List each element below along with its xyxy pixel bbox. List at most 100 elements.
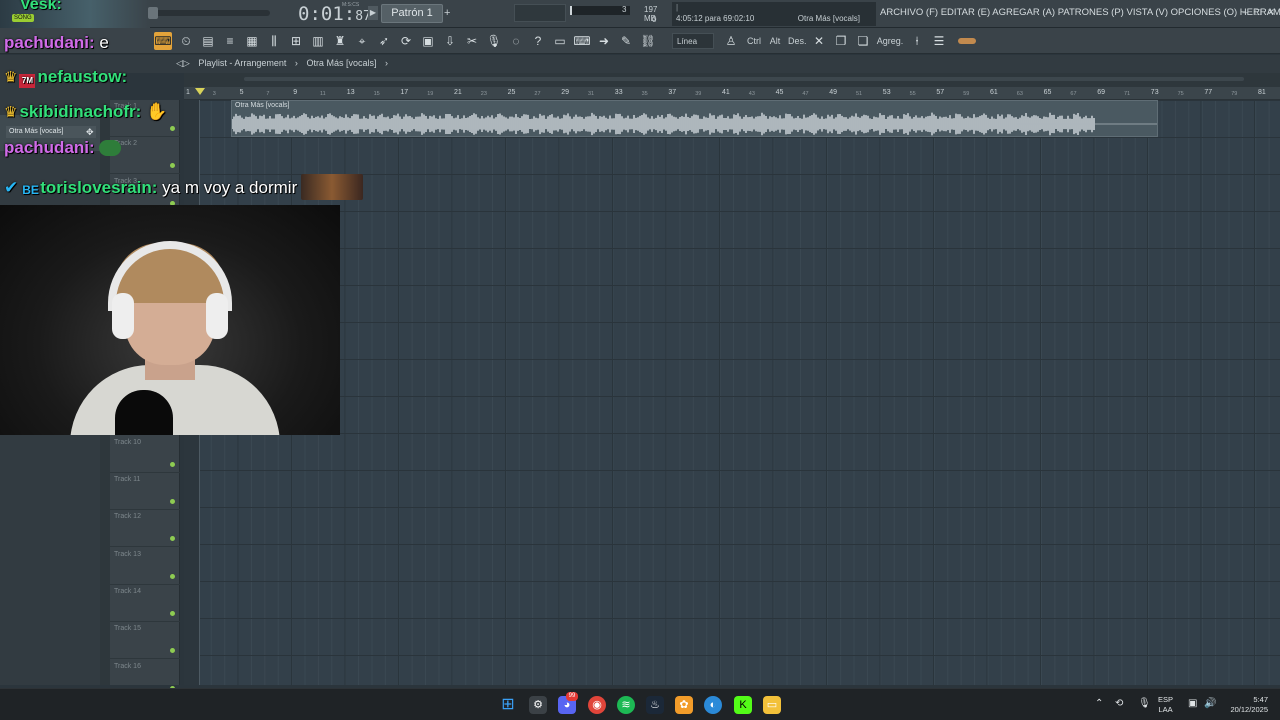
list-icon[interactable]: ☰	[930, 32, 948, 50]
ruler-tick-major: 9	[293, 89, 298, 96]
track-header[interactable]: Track 1	[110, 100, 180, 137]
ruler-tick-minor: 19	[427, 91, 434, 97]
breadcrumb-pattern[interactable]: Otra Más [vocals]	[306, 58, 376, 68]
track-label: Track 16	[114, 662, 141, 670]
track-mute-led-icon[interactable]	[170, 648, 175, 654]
save-icon[interactable]: ▣	[419, 32, 437, 50]
tray-sync-icon[interactable]: ⟲	[1115, 698, 1123, 709]
slider-knob[interactable]	[148, 7, 158, 19]
pattern-list-item[interactable]: Otra Más [vocals]	[6, 126, 96, 138]
piano-roll-icon[interactable]: ▥	[309, 32, 327, 50]
language-indicator[interactable]: ESP LAA	[1158, 695, 1173, 715]
add-pattern-button[interactable]: +	[444, 6, 454, 20]
mic-icon[interactable]: 🎙	[485, 32, 503, 50]
playlist-grid[interactable]	[184, 100, 1280, 685]
track-header[interactable]: Track 2	[110, 137, 180, 175]
ruler-tick-minor: 23	[480, 91, 487, 97]
fader-icon[interactable]: ⍿	[908, 32, 926, 50]
plugin-icon[interactable]: ♜	[331, 32, 349, 50]
track-header[interactable]: Track 12	[110, 510, 180, 548]
master-volume-slider[interactable]	[148, 7, 270, 19]
track-mute-led-icon[interactable]	[170, 163, 175, 169]
layout-icon[interactable]: ▭	[551, 32, 569, 50]
link-icon[interactable]: ⛓	[639, 32, 657, 50]
refresh-icon[interactable]: ⟳	[397, 32, 415, 50]
spotify-icon[interactable]: ≋	[617, 696, 635, 714]
step-edit-icon[interactable]: ▤	[199, 32, 217, 50]
ruler-tick-major: 69	[1097, 89, 1105, 96]
snap-mode-select[interactable]: Línea	[672, 33, 714, 49]
wait-record-icon[interactable]: ⏲	[177, 32, 195, 50]
track-label: Track 12	[114, 513, 141, 521]
tray-chevron-icon[interactable]: ⌃	[1095, 698, 1103, 709]
track-header[interactable]: Track 15	[110, 622, 180, 660]
steam-icon[interactable]: ♨	[646, 696, 664, 714]
main-menu[interactable]: ARCHIVO (F) EDITAR (E) AGREGAR (A) PATRO…	[880, 7, 1280, 18]
track-mute-led-icon[interactable]	[170, 536, 175, 542]
pencil-icon[interactable]: ✎	[617, 32, 635, 50]
track-header[interactable]: Track 13	[110, 548, 180, 585]
ruler-tick-minor: 15	[373, 91, 380, 97]
play-icon[interactable]: ▶	[368, 6, 378, 20]
add-key-button[interactable]: Agreg.	[876, 33, 904, 49]
timeline-ruler[interactable]: 1 5 9 13 17 21 25 29 33 37 41 45 49 53 57 61 65 69 73 77 81 3…	[184, 87, 1280, 100]
help-icon[interactable]: ?	[529, 32, 547, 50]
scroll-thumb[interactable]	[244, 77, 1244, 81]
copy-icon[interactable]: ❐	[832, 32, 850, 50]
fl-studio-icon[interactable]: ✿	[675, 696, 693, 714]
metronome-icon[interactable]: ♙	[722, 32, 740, 50]
tray-volume-icon[interactable]: 🔊	[1204, 698, 1216, 709]
tray-mic-icon[interactable]: 🎙	[1138, 698, 1151, 709]
typing-keyboard-icon[interactable]: ⌨	[154, 32, 172, 50]
browser-icon[interactable]: ⌖	[353, 32, 371, 50]
ruler-tick-minor: 55	[909, 91, 916, 97]
breadcrumb-playlist[interactable]: Playlist - Arrangement	[198, 58, 286, 68]
audio-clip[interactable]: Otra Más [vocals]	[231, 100, 1158, 137]
ruler-tick-major: 77	[1204, 89, 1213, 96]
track-mute-led-icon[interactable]	[170, 499, 175, 504]
chrome-icon[interactable]: ◉	[588, 696, 606, 714]
browser-app-icon[interactable]: ◐	[704, 696, 722, 714]
windows-taskbar: ⊞ ⚙ ◕ 99 ◉ ≋ ♨ ✿ ◐ K ▭ ⌃ ⟲ 🎙 ESP LAA ▣ 🔊…	[0, 688, 1280, 720]
alt-key-button[interactable]: Alt	[768, 33, 782, 49]
move-icon[interactable]: ✥	[86, 127, 94, 138]
mixer-icon[interactable]: ⫼	[265, 32, 283, 50]
grid-icon[interactable]: ▦	[243, 32, 261, 50]
settings-icon[interactable]: ⚙	[529, 696, 547, 714]
undo-key-button[interactable]: Des.	[788, 33, 807, 49]
tempo-icon[interactable]: ➶	[375, 32, 393, 50]
maximize-icon[interactable]: □	[1253, 7, 1263, 17]
track-header[interactable]: Track 10	[110, 436, 180, 473]
minimize-icon[interactable]: –	[1240, 7, 1250, 17]
keyboard-icon[interactable]: ⌨	[573, 32, 591, 50]
track-mute-led-icon[interactable]	[170, 573, 175, 579]
tray-display-icon[interactable]: ▣	[1188, 698, 1197, 709]
track-header[interactable]: Track 14	[110, 585, 180, 622]
ruler-tick-minor: 67	[1070, 91, 1077, 97]
track-mute-led-icon[interactable]	[170, 461, 175, 467]
clip-title: Otra Más [vocals]	[235, 102, 290, 109]
ctrl-key-button[interactable]: Ctrl	[746, 33, 762, 49]
track-mute-led-icon[interactable]	[170, 610, 175, 616]
cut-icon[interactable]: ✂	[463, 32, 481, 50]
track-mute-led-icon[interactable]	[170, 126, 175, 131]
render-icon[interactable]: ⇩	[441, 32, 459, 50]
kick-icon[interactable]: K	[734, 696, 752, 714]
windows-start-icon[interactable]: ⊞	[499, 696, 517, 714]
arrow-right-icon[interactable]: ➜	[595, 32, 613, 50]
track-header[interactable]: Track 11	[110, 473, 180, 510]
blend-icon[interactable]: ≡	[221, 32, 239, 50]
playhead-marker[interactable]	[195, 88, 205, 95]
horizontal-scroller[interactable]	[184, 73, 1280, 87]
ruler-tick-major: 21	[454, 89, 462, 96]
chat-icon[interactable]: ◌	[507, 32, 525, 50]
paste-icon[interactable]: ❏	[854, 32, 872, 50]
close-x-icon[interactable]: ✕	[810, 32, 828, 50]
pattern-selector[interactable]: Patrón 1	[381, 4, 443, 23]
ruler-tick-major: 13	[346, 89, 355, 96]
close-icon[interactable]: ✕	[1266, 7, 1276, 17]
file-explorer-icon[interactable]: ▭	[763, 696, 781, 714]
system-clock[interactable]: 5:47 20/12/2025	[1224, 695, 1268, 715]
song-mode-badge[interactable]: SONG	[12, 14, 34, 22]
channel-rack-icon[interactable]: ⊞	[287, 32, 305, 50]
